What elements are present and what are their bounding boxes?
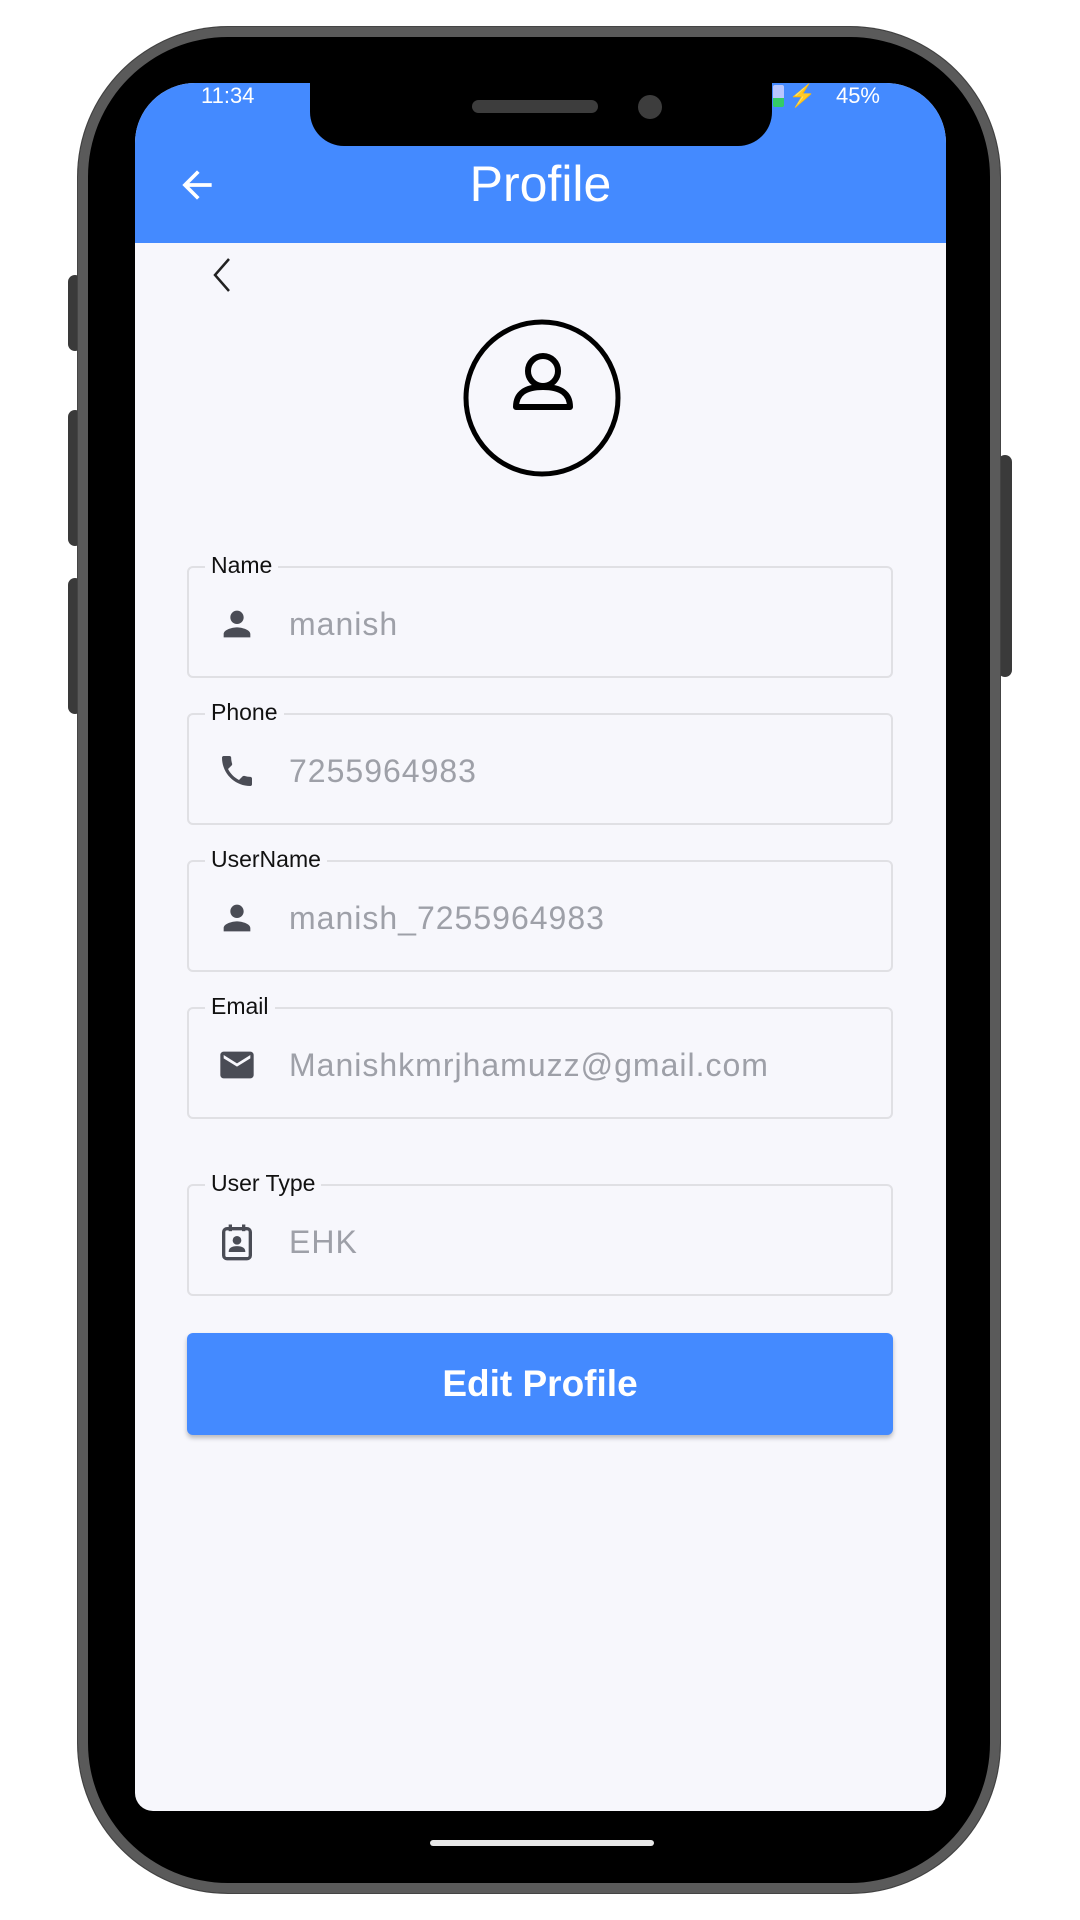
user-type-field[interactable]: User Type EHK bbox=[187, 1167, 893, 1296]
home-indicator[interactable] bbox=[430, 1840, 654, 1846]
speaker bbox=[472, 100, 598, 113]
phone-icon bbox=[217, 751, 257, 791]
phone-field[interactable]: Phone 7255964983 bbox=[187, 696, 893, 825]
status-time: 11:34 bbox=[201, 83, 255, 108]
email-label: Email bbox=[205, 990, 275, 1022]
person-circle-icon bbox=[463, 319, 621, 477]
user-type-value: EHK bbox=[289, 1224, 358, 1260]
person-icon bbox=[217, 898, 257, 938]
charging-icon: ⚡ bbox=[788, 83, 816, 108]
phone-value: 7255964983 bbox=[289, 753, 477, 789]
username-field[interactable]: UserName manish_7255964983 bbox=[187, 843, 893, 972]
mail-icon bbox=[217, 1045, 257, 1085]
username-value: manish_7255964983 bbox=[289, 900, 605, 936]
notch bbox=[310, 83, 772, 146]
name-field[interactable]: Name manish bbox=[187, 549, 893, 678]
user-type-label: User Type bbox=[205, 1167, 322, 1199]
name-value: manish bbox=[289, 606, 399, 642]
edit-profile-button[interactable]: Edit Profile bbox=[187, 1333, 893, 1435]
email-field[interactable]: Email Manishkmrjhamuzz@gmail.com bbox=[187, 990, 893, 1119]
battery-percent: 45% bbox=[835, 83, 880, 108]
camera bbox=[638, 95, 662, 119]
username-label: UserName bbox=[205, 843, 327, 875]
page-title: Profile bbox=[469, 156, 612, 212]
phone-label: Phone bbox=[205, 696, 284, 728]
power-button bbox=[998, 455, 1012, 677]
email-value: Manishkmrjhamuzz@gmail.com bbox=[289, 1047, 769, 1083]
contact-card-icon bbox=[217, 1222, 257, 1262]
person-icon bbox=[217, 604, 257, 644]
name-label: Name bbox=[205, 549, 279, 581]
screen: 11:34 ⚡ 45% Profile Name manish Phone 72… bbox=[135, 83, 946, 1811]
battery-icon bbox=[773, 85, 784, 107]
chevron-left-icon[interactable] bbox=[207, 253, 237, 297]
